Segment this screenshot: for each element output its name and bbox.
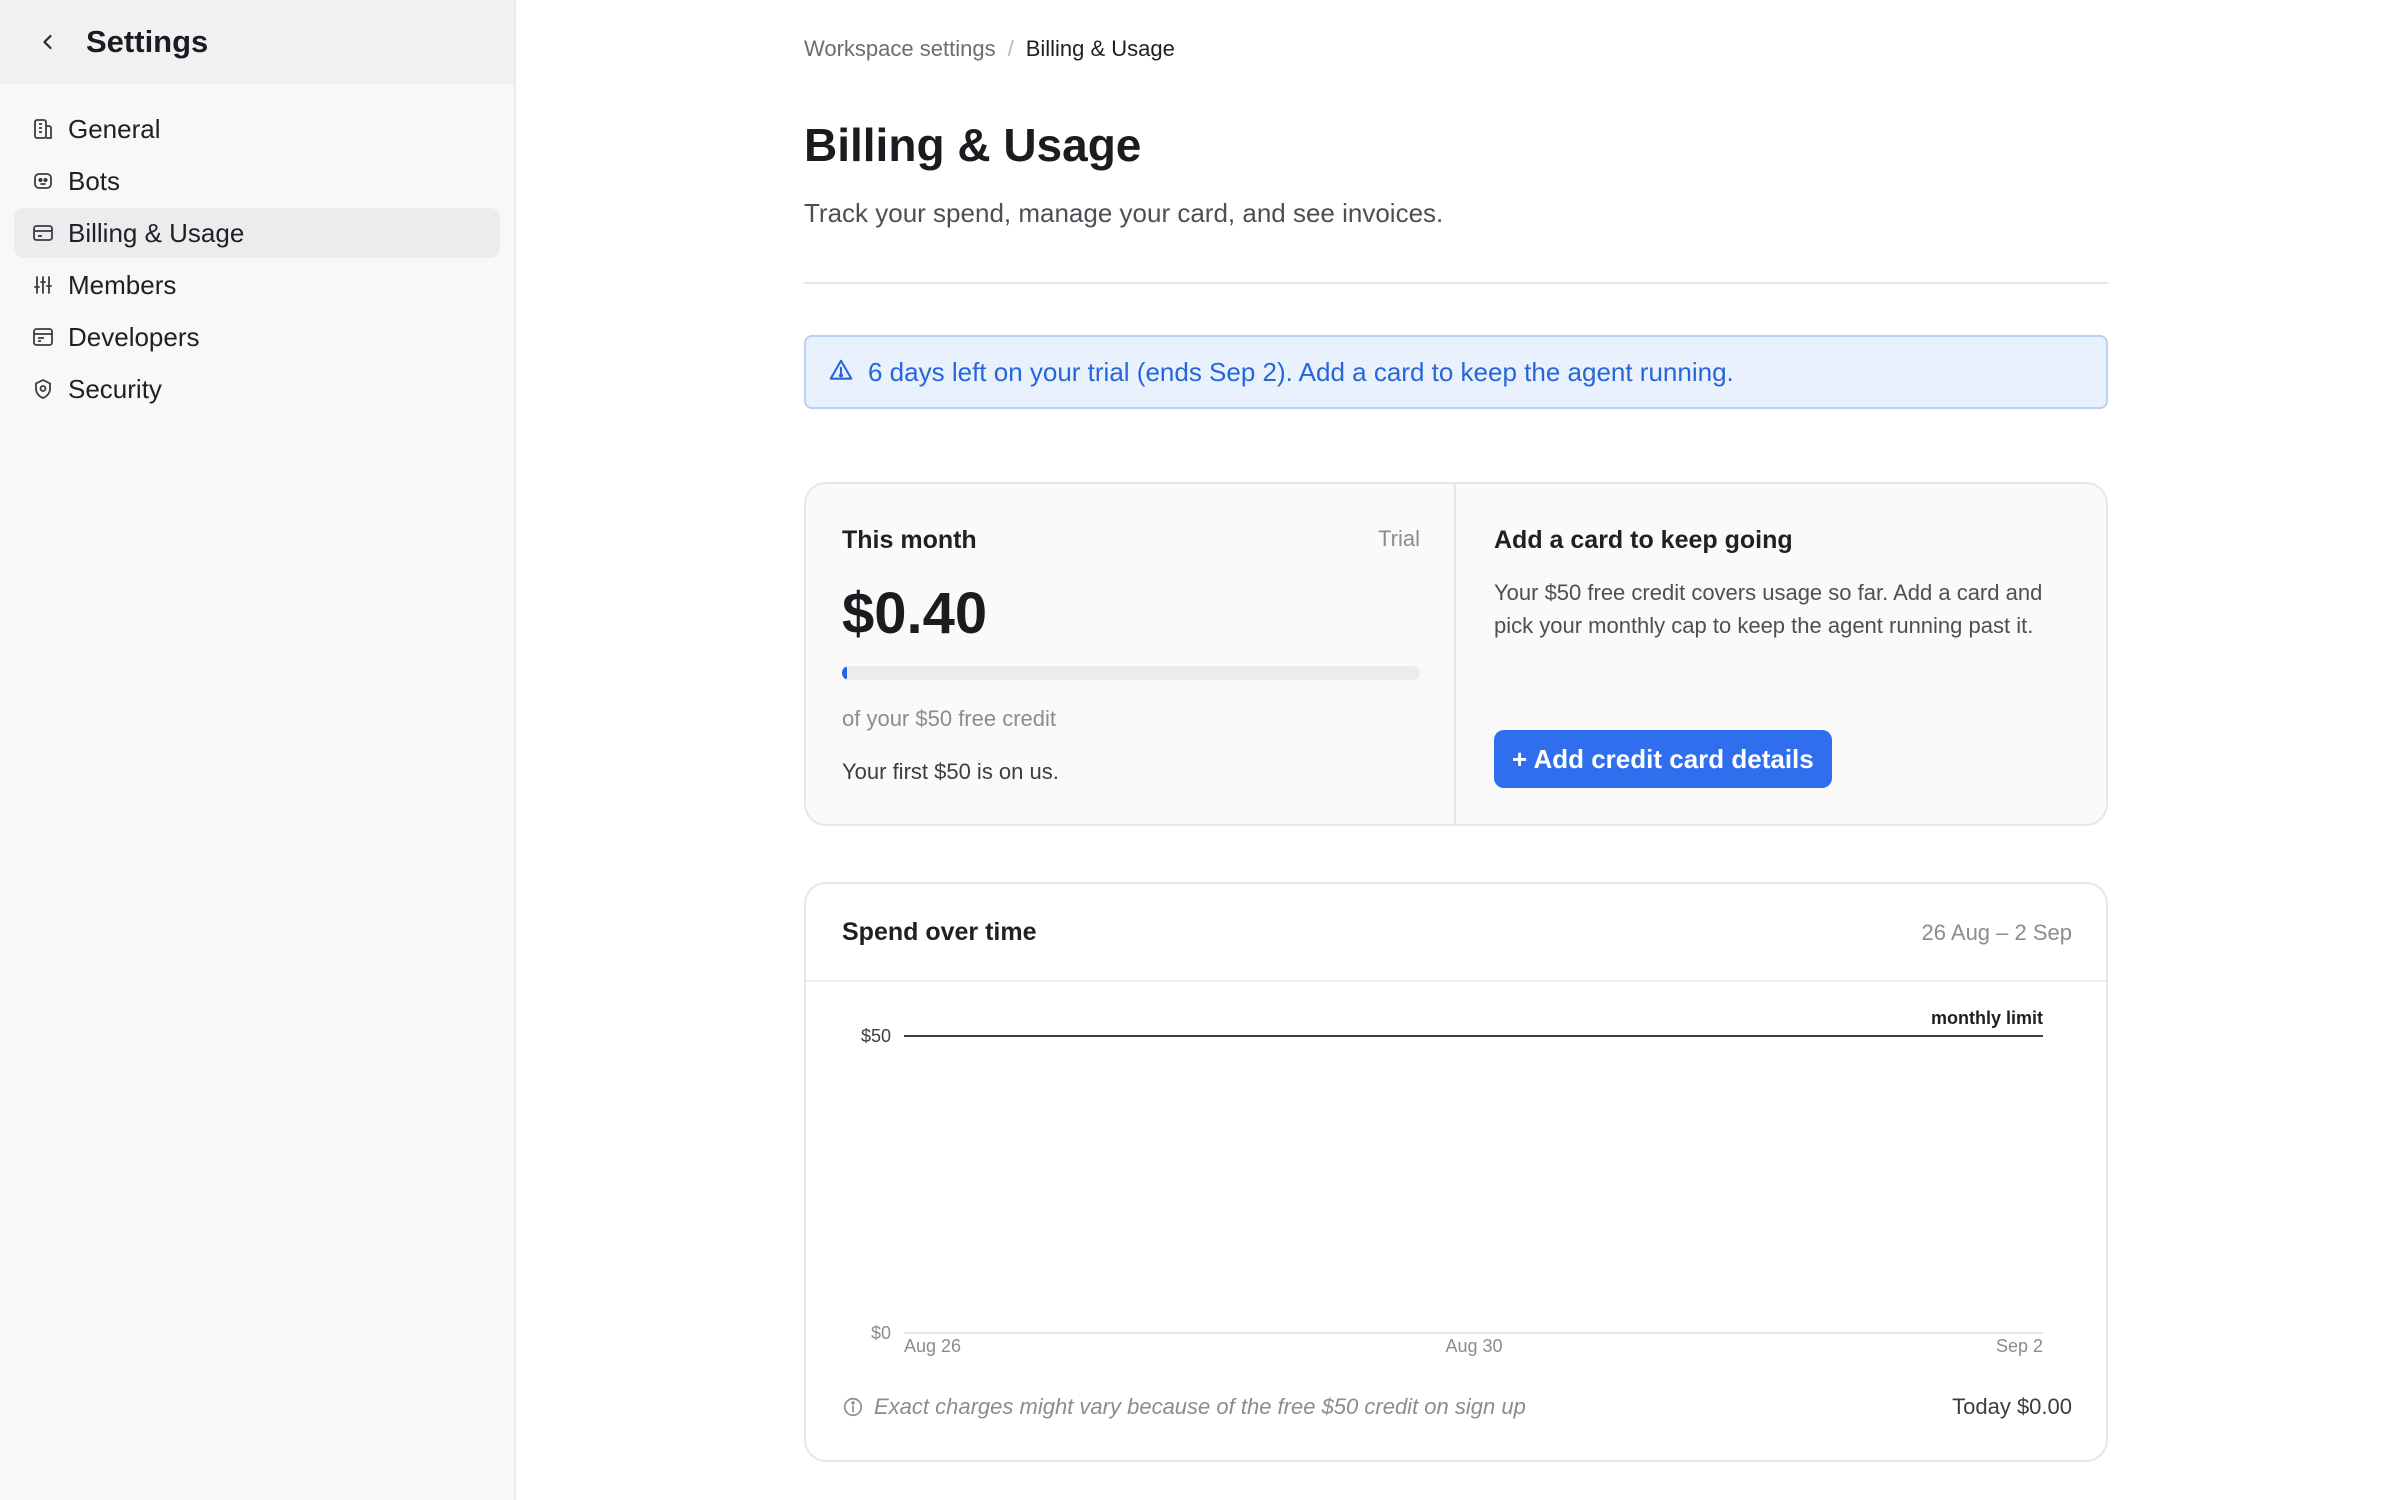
credit-card-icon: [30, 220, 56, 246]
sidebar-item-label: General: [68, 113, 161, 144]
add-card-panel: Add a card to keep going Your $50 free c…: [1458, 484, 2106, 824]
today-spend: Today $0.00: [1952, 1394, 2072, 1419]
building-icon: [30, 116, 56, 142]
sidebar-item-label: Developers: [68, 321, 200, 352]
sidebar-item-bots[interactable]: Bots: [14, 156, 500, 206]
sliders-icon: [30, 272, 56, 298]
add-card-title: Add a card to keep going: [1494, 526, 1793, 554]
bot-icon: [30, 168, 56, 194]
monthly-limit-label: monthly limit: [1931, 1008, 2043, 1028]
this-month-panel: This month Trial $0.40 of your $50 free …: [806, 484, 1456, 824]
code-window-icon: [30, 324, 56, 350]
sidebar-item-label: Billing & Usage: [68, 217, 245, 248]
x-tick-label: Aug 26: [904, 1336, 961, 1356]
trial-banner-text: 6 days left on your trial (ends Sep 2). …: [868, 356, 1734, 387]
chart-header: Spend over time 26 Aug – 2 Sep: [806, 884, 2106, 982]
x-tick-label: Aug 30: [1445, 1336, 1502, 1356]
add-card-description: Your $50 free credit covers usage so far…: [1494, 580, 2043, 638]
sidebar-item-label: Bots: [68, 165, 121, 196]
sidebar-nav: General Bots Billing & Usage Members Dev…: [14, 104, 500, 416]
breadcrumb: Workspace settings / Billing & Usage: [804, 36, 1175, 62]
sidebar-header: Settings: [0, 0, 514, 84]
sidebar-item-label: Members: [68, 269, 177, 300]
spend-over-time-card: Spend over time 26 Aug – 2 Sep $50 $0 mo…: [804, 882, 2108, 1462]
month-spend-amount: $0.40: [842, 581, 988, 646]
info-icon: [842, 1396, 864, 1418]
spend-chart: $50 $0 monthly limit Aug 26 Aug 30 Sep 2: [861, 1008, 2043, 1356]
trial-badge: Trial: [1378, 526, 1420, 551]
credit-caption: of your $50 free credit: [842, 706, 1057, 731]
sidebar-item-label: Security: [68, 373, 162, 404]
back-arrow-icon[interactable]: [36, 30, 60, 54]
page-subtitle: Track your spend, manage your card, and …: [804, 198, 1444, 228]
x-tick-label: Sep 2: [1996, 1336, 2043, 1356]
app: Settings General Bots Billing & Usage Me…: [0, 0, 2400, 1500]
sidebar-item-members[interactable]: Members: [14, 260, 500, 310]
warning-triangle-icon: [828, 357, 854, 388]
y-tick-label: $50: [861, 1026, 891, 1046]
credit-progress-bar: [842, 666, 1420, 680]
breadcrumb-parent-link[interactable]: Workspace settings: [804, 36, 996, 61]
sidebar-title: Settings: [86, 24, 209, 59]
y-tick-label: $0: [871, 1323, 891, 1343]
shield-icon: [30, 376, 56, 402]
credit-progress-fill: [842, 666, 847, 680]
breadcrumb-current: Billing & Usage: [1025, 36, 1175, 61]
sidebar-item-developers[interactable]: Developers: [14, 312, 500, 362]
sidebar-item-general[interactable]: General: [14, 104, 500, 154]
chart-footer-note: Exact charges might vary because of the …: [842, 1394, 1526, 1420]
add-credit-card-button[interactable]: + Add credit card details: [1494, 730, 1832, 788]
this-month-label: This month: [842, 526, 977, 554]
divider: [804, 282, 2108, 284]
free-credit-note: Your first $50 is on us.: [842, 759, 1059, 784]
page-title: Billing & Usage: [804, 119, 1142, 171]
trial-banner: 6 days left on your trial (ends Sep 2). …: [804, 335, 2108, 409]
chart-title: Spend over time: [842, 918, 1037, 946]
breadcrumb-separator: /: [1007, 36, 1014, 61]
chart-date-range: 26 Aug – 2 Sep: [1921, 920, 2072, 945]
sidebar-item-security[interactable]: Security: [14, 364, 500, 414]
sidebar-item-billing[interactable]: Billing & Usage: [14, 208, 500, 258]
sidebar: Settings General Bots Billing & Usage Me…: [0, 0, 516, 1500]
chart-footer-text: Exact charges might vary because of the …: [874, 1394, 1526, 1419]
billing-summary-card: This month Trial $0.40 of your $50 free …: [804, 482, 2108, 826]
